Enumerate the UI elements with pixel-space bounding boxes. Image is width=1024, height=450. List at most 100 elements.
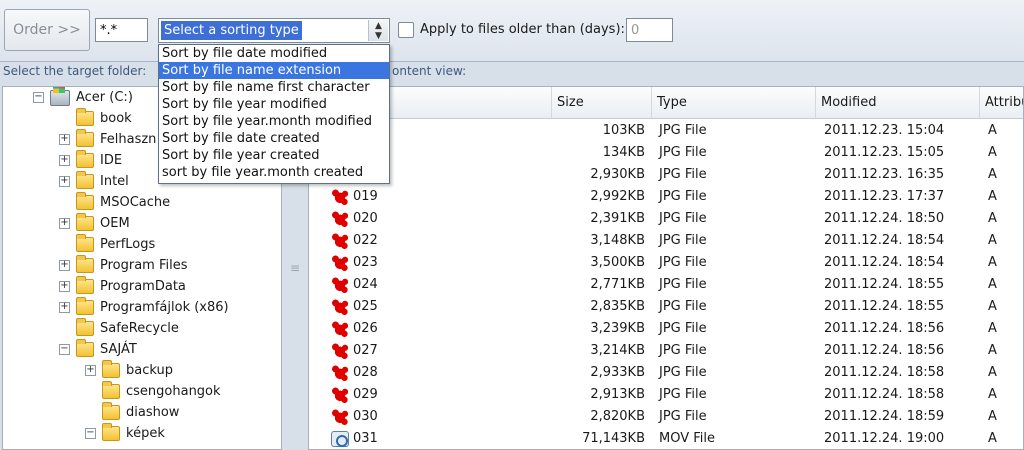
sort-option[interactable]: Sort by file year modified [159, 96, 389, 113]
file-modified: 2011.12.23. 15:05 [824, 145, 945, 160]
expand-icon[interactable]: + [85, 365, 96, 376]
tree-item[interactable]: book [59, 108, 132, 129]
tree-item[interactable]: + Felhaszn [59, 129, 156, 150]
image-file-icon [331, 299, 349, 315]
sort-option[interactable]: Sort by file year created [159, 147, 389, 164]
file-attributes: A [988, 145, 997, 160]
expand-icon[interactable]: + [59, 155, 70, 166]
file-attributes: A [988, 233, 997, 248]
collapse-icon[interactable]: − [85, 428, 96, 439]
column-header-type[interactable]: Type [651, 87, 815, 119]
folder-icon [76, 339, 94, 357]
file-row[interactable]: 023 3,500KB JPG File 2011.12.24. 18:54 A [309, 252, 1023, 274]
file-name: 024 [353, 277, 378, 292]
file-list[interactable]: Size Type Modified Attribu 103KB JPG File… [308, 86, 1024, 450]
file-row[interactable]: 031 71,143KB MOV File 2011.12.24. 19:00 A [309, 428, 1023, 449]
older-files-checkbox[interactable] [398, 22, 414, 38]
file-size: 3,148KB [590, 233, 645, 248]
file-type: JPG File [659, 233, 707, 248]
file-row[interactable]: 025 2,835KB JPG File 2011.12.24. 18:55 A [309, 296, 1023, 318]
file-row[interactable]: 028 2,933KB JPG File 2011.12.24. 18:58 A [309, 362, 1023, 384]
column-header-modified[interactable]: Modified [815, 87, 979, 119]
tree-item-label: PerfLogs [100, 237, 156, 252]
file-row[interactable]: 134KB JPG File 2011.12.23. 15:05 A [309, 142, 1023, 164]
sort-option[interactable]: Sort by file date created [159, 130, 389, 147]
file-row[interactable]: 026 3,239KB JPG File 2011.12.24. 18:56 A [309, 318, 1023, 340]
expand-icon[interactable]: + [59, 302, 70, 313]
order-button[interactable]: Order >> [4, 9, 90, 51]
folder-icon [76, 171, 94, 189]
file-name: 025 [353, 299, 378, 314]
tree-item[interactable]: + Program Files [59, 255, 188, 276]
column-header-size[interactable]: Size [551, 87, 651, 119]
file-size: 3,214KB [590, 343, 645, 358]
folder-icon [76, 108, 94, 126]
tree-item[interactable]: SafeRecycle [59, 318, 179, 339]
collapse-icon[interactable]: − [59, 344, 70, 355]
sort-option[interactable]: Sort by file name extension [159, 62, 389, 79]
folder-icon [76, 213, 94, 231]
file-type: JPG File [659, 321, 707, 336]
file-modified: 2011.12.24. 18:56 [824, 321, 945, 336]
tree-item-label: csengohangok [126, 384, 221, 399]
file-attributes: A [988, 365, 997, 380]
tree-item[interactable]: + Programfájlok (x86) [59, 297, 229, 318]
expand-icon[interactable]: + [59, 218, 70, 229]
file-row[interactable]: 103KB JPG File 2011.12.23. 15:04 A [309, 120, 1023, 142]
file-type: JPG File [659, 189, 707, 204]
tree-item-label: MSOCache [100, 195, 171, 210]
image-file-icon [331, 277, 349, 293]
file-modified: 2011.12.24. 18:58 [824, 387, 945, 402]
collapse-icon[interactable]: − [33, 92, 44, 103]
image-file-icon [331, 321, 349, 337]
file-modified: 2011.12.24. 19:00 [824, 431, 945, 446]
expand-icon[interactable]: + [59, 260, 70, 271]
file-row[interactable]: 2,930KB JPG File 2011.12.23. 16:35 A [309, 164, 1023, 186]
tree-item[interactable]: MSOCache [59, 192, 170, 213]
file-row[interactable]: 022 3,148KB JPG File 2011.12.24. 18:54 A [309, 230, 1023, 252]
file-row[interactable]: 027 3,214KB JPG File 2011.12.24. 18:56 A [309, 340, 1023, 362]
expand-icon[interactable]: + [59, 134, 70, 145]
expand-icon[interactable]: + [59, 281, 70, 292]
sort-option[interactable]: Sort by file name first character [159, 79, 389, 96]
tree-item[interactable]: csengohangok [85, 381, 221, 402]
file-size: 2,930KB [590, 167, 645, 182]
column-header-attributes[interactable]: Attribu [979, 87, 1023, 119]
file-row[interactable]: 020 2,391KB JPG File 2011.12.24. 18:50 A [309, 208, 1023, 230]
folder-icon [102, 402, 120, 420]
spin-arrows-icon[interactable]: ▲ ▼ [368, 20, 388, 41]
tree-item-label: backup [126, 363, 173, 378]
tree-item[interactable]: + ProgramData [59, 276, 186, 297]
tree-line [59, 113, 70, 124]
sort-option[interactable]: Sort by file date modified [159, 45, 389, 62]
tree-item[interactable]: − képek [85, 423, 165, 444]
tree-item[interactable]: + OEM [59, 213, 130, 234]
folder-icon [102, 423, 120, 441]
tree-item-label: Intel [100, 174, 129, 189]
sort-type-select[interactable]: Select a sorting type ▲ ▼ [158, 18, 390, 43]
file-row[interactable]: 029 2,913KB JPG File 2011.12.24. 18:58 A [309, 384, 1023, 406]
tree-item-label: SAJÁT [100, 342, 137, 357]
tree-item-label: Programfájlok (x86) [100, 300, 229, 315]
tree-item[interactable]: diashow [85, 402, 179, 423]
file-attributes: A [988, 409, 997, 424]
days-input[interactable] [626, 18, 673, 42]
sort-option[interactable]: Sort by file year.month modified [159, 113, 389, 130]
file-size: 2,992KB [590, 189, 645, 204]
file-row[interactable]: 024 2,771KB JPG File 2011.12.24. 18:55 A [309, 274, 1023, 296]
drive-icon [50, 87, 70, 106]
file-size: 2,820KB [590, 409, 645, 424]
file-row[interactable]: 019 2,992KB JPG File 2011.12.23. 17:37 A [309, 186, 1023, 208]
expand-icon[interactable]: + [59, 176, 70, 187]
tree-item[interactable]: PerfLogs [59, 234, 155, 255]
tree-item-drive[interactable]: − Acer (C:) [33, 87, 133, 108]
file-row[interactable]: 030 2,820KB JPG File 2011.12.24. 18:59 A [309, 406, 1023, 428]
tree-item[interactable]: + backup [85, 360, 173, 381]
tree-item[interactable]: + IDE [59, 150, 122, 171]
sort-option[interactable]: sort by file year.month created [159, 164, 389, 181]
file-mask-input[interactable] [95, 18, 148, 42]
tree-item[interactable]: − SAJÁT [59, 339, 137, 360]
file-size: 71,143KB [582, 431, 645, 446]
file-modified: 2011.12.24. 18:58 [824, 365, 945, 380]
tree-item[interactable]: + Intel [59, 171, 129, 192]
